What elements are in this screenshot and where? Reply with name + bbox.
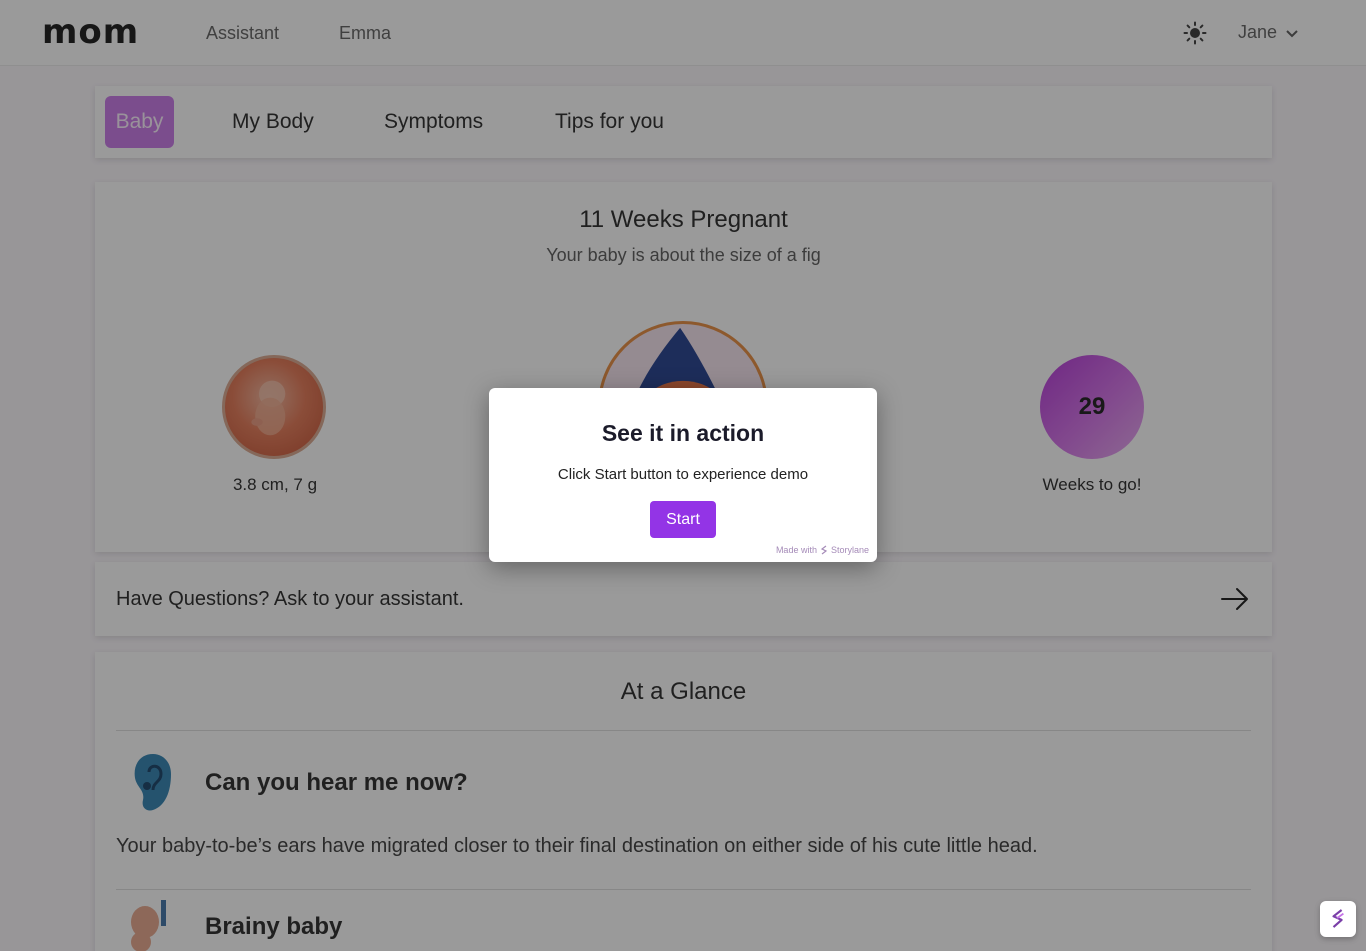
storylane-icon (1332, 909, 1344, 928)
modal-text: Click Start button to experience demo (557, 466, 809, 483)
demo-modal: See it in action Click Start button to e… (489, 388, 877, 562)
made-with-text: Made with (775, 545, 817, 555)
start-button[interactable]: Start (650, 501, 716, 538)
modal-title: See it in action (601, 420, 765, 446)
storylane-brand: Storylane (830, 545, 869, 555)
storylane-floating-button[interactable] (1320, 901, 1356, 937)
made-with-storylane[interactable]: Made with Storylane (776, 545, 869, 555)
storylane-logo-icon (820, 545, 828, 555)
